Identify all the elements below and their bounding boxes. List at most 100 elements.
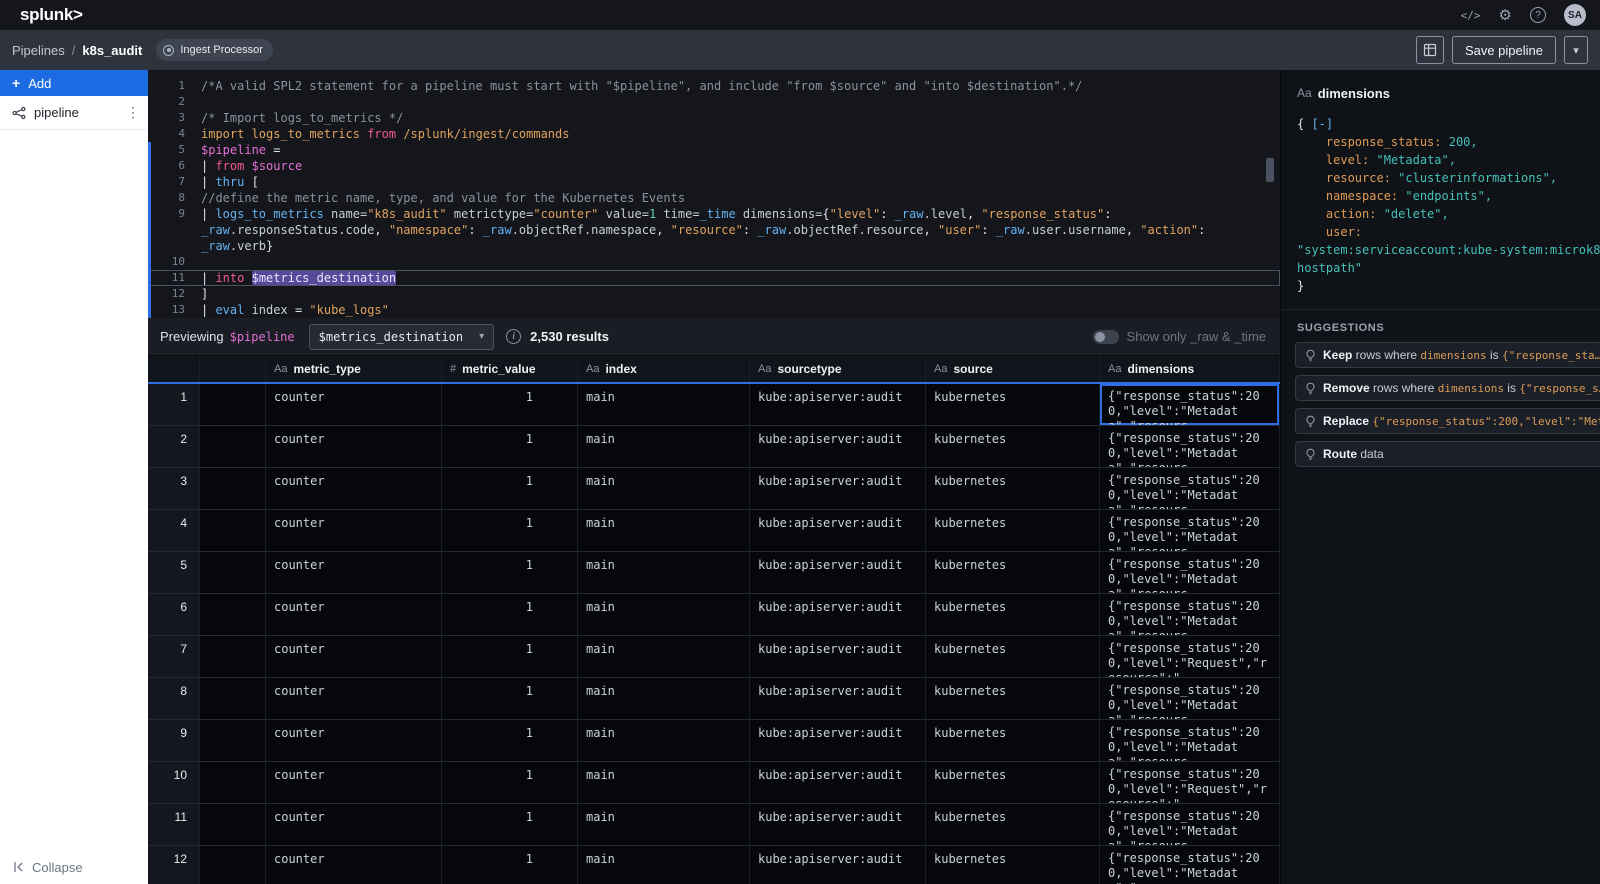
table-row[interactable]: 9counter1mainkube:apiserver:auditkuberne… — [148, 720, 1280, 762]
spl2-code-editor[interactable]: 1/*A valid SPL2 statement for a pipeline… — [148, 70, 1280, 318]
dimensions-cell[interactable]: {"response_status":200,"level":"Metadata… — [1100, 678, 1280, 719]
empty-cell[interactable] — [200, 510, 266, 551]
metric-type-cell[interactable]: counter — [266, 552, 442, 593]
collapse-sidebar-button[interactable]: Collapse — [0, 850, 148, 884]
code-icon[interactable]: </> — [1461, 9, 1481, 22]
metric-type-cell[interactable]: counter — [266, 762, 442, 803]
sourcetype-cell[interactable]: kube:apiserver:audit — [750, 468, 926, 509]
source-cell[interactable]: kubernetes — [926, 384, 1100, 425]
suggestion-item[interactable]: Route data+ — [1295, 441, 1600, 467]
sidebar-item-pipeline[interactable]: pipeline ⋮ — [0, 96, 148, 130]
dimensions-cell[interactable]: {"response_status":200,"level":"Metadata… — [1100, 510, 1280, 551]
source-cell[interactable]: kubernetes — [926, 720, 1100, 761]
source-cell[interactable]: kubernetes — [926, 762, 1100, 803]
help-icon[interactable]: ? — [1530, 7, 1546, 23]
metric-value-cell[interactable]: 1 — [442, 510, 578, 551]
dimensions-cell[interactable]: {"response_status":200,"level":"Metadata… — [1100, 846, 1280, 884]
editor-line[interactable]: 9| logs_to_metrics name="k8s_audit" metr… — [148, 206, 1280, 254]
column-header[interactable] — [200, 356, 266, 382]
dimensions-cell[interactable]: {"response_status":200,"level":"Metadata… — [1100, 426, 1280, 467]
sourcetype-cell[interactable]: kube:apiserver:audit — [750, 678, 926, 719]
index-cell[interactable]: main — [578, 846, 750, 884]
metric-value-cell[interactable]: 1 — [442, 678, 578, 719]
index-cell[interactable]: main — [578, 762, 750, 803]
metric-type-cell[interactable]: counter — [266, 846, 442, 884]
metric-value-cell[interactable]: 1 — [442, 846, 578, 884]
editor-line[interactable]: 13| eval index = "kube_logs" — [148, 302, 1280, 318]
table-row[interactable]: 8counter1mainkube:apiserver:auditkuberne… — [148, 678, 1280, 720]
dimensions-cell[interactable]: {"response_status":200,"level":"Metadata… — [1100, 552, 1280, 593]
source-cell[interactable]: kubernetes — [926, 468, 1100, 509]
suggestion-item[interactable]: Keep rows where dimensions is {"response… — [1295, 342, 1600, 368]
dimensions-cell[interactable]: {"response_status":200,"level":"Metadata… — [1100, 468, 1280, 509]
column-header[interactable]: Aaindex — [578, 356, 750, 382]
source-cell[interactable]: kubernetes — [926, 804, 1100, 845]
editor-line[interactable]: 12] — [148, 286, 1280, 302]
empty-cell[interactable] — [200, 720, 266, 761]
metric-value-cell[interactable]: 1 — [442, 594, 578, 635]
source-cell[interactable]: kubernetes — [926, 846, 1100, 884]
metric-type-cell[interactable]: counter — [266, 426, 442, 467]
index-cell[interactable]: main — [578, 384, 750, 425]
sourcetype-cell[interactable]: kube:apiserver:audit — [750, 636, 926, 677]
layout-grid-button[interactable] — [1416, 36, 1444, 64]
source-cell[interactable]: kubernetes — [926, 678, 1100, 719]
empty-cell[interactable] — [200, 552, 266, 593]
empty-cell[interactable] — [200, 678, 266, 719]
empty-cell[interactable] — [200, 426, 266, 467]
column-header[interactable]: Aametric_type — [266, 356, 442, 382]
source-cell[interactable]: kubernetes — [926, 426, 1100, 467]
metric-value-cell[interactable]: 1 — [442, 426, 578, 467]
empty-cell[interactable] — [200, 636, 266, 677]
editor-line[interactable]: 5$pipeline = — [148, 142, 1280, 158]
source-cell[interactable]: kubernetes — [926, 594, 1100, 635]
source-cell[interactable]: kubernetes — [926, 552, 1100, 593]
editor-line[interactable]: 10 — [148, 254, 1280, 270]
destination-dropdown[interactable]: $metrics_destination ▾ — [309, 324, 495, 350]
metric-type-cell[interactable]: counter — [266, 804, 442, 845]
sourcetype-cell[interactable]: kube:apiserver:audit — [750, 804, 926, 845]
avatar[interactable]: SA — [1564, 4, 1586, 26]
dimensions-cell[interactable]: {"response_status":200,"level":"Metadata… — [1100, 384, 1280, 425]
editor-line[interactable]: 7| thru [ — [148, 174, 1280, 190]
dimensions-cell[interactable]: {"response_status":200,"level":"Metadata… — [1100, 804, 1280, 845]
column-header[interactable]: Aadimensions — [1100, 356, 1280, 382]
sourcetype-cell[interactable]: kube:apiserver:audit — [750, 594, 926, 635]
metric-type-cell[interactable]: counter — [266, 678, 442, 719]
dimensions-cell[interactable]: {"response_status":200,"level":"Request"… — [1100, 636, 1280, 677]
sourcetype-cell[interactable]: kube:apiserver:audit — [750, 762, 926, 803]
sourcetype-cell[interactable]: kube:apiserver:audit — [750, 846, 926, 884]
editor-line[interactable]: 11| into $metrics_destination — [148, 270, 1280, 286]
breadcrumb-pipelines[interactable]: Pipelines — [12, 43, 65, 58]
editor-line[interactable]: 1/*A valid SPL2 statement for a pipeline… — [148, 78, 1280, 94]
column-header[interactable]: #metric_value — [442, 356, 578, 382]
editor-line[interactable]: 2 — [148, 94, 1280, 110]
dimensions-cell[interactable]: {"response_status":200,"level":"Metadata… — [1100, 720, 1280, 761]
table-row[interactable]: 11counter1mainkube:apiserver:auditkubern… — [148, 804, 1280, 846]
empty-cell[interactable] — [200, 594, 266, 635]
table-row[interactable]: 5counter1mainkube:apiserver:auditkuberne… — [148, 552, 1280, 594]
metric-type-cell[interactable]: counter — [266, 384, 442, 425]
suggestion-item[interactable]: Remove rows where dimensions is {"respon… — [1295, 375, 1600, 401]
sourcetype-cell[interactable]: kube:apiserver:audit — [750, 552, 926, 593]
metric-value-cell[interactable]: 1 — [442, 720, 578, 761]
metric-type-cell[interactable]: counter — [266, 468, 442, 509]
editor-line[interactable]: 8//define the metric name, type, and val… — [148, 190, 1280, 206]
metric-value-cell[interactable]: 1 — [442, 552, 578, 593]
index-cell[interactable]: main — [578, 510, 750, 551]
editor-line[interactable]: 6| from $source — [148, 158, 1280, 174]
empty-cell[interactable] — [200, 804, 266, 845]
source-cell[interactable]: kubernetes — [926, 636, 1100, 677]
metric-type-cell[interactable]: counter — [266, 594, 442, 635]
sourcetype-cell[interactable]: kube:apiserver:audit — [750, 720, 926, 761]
metric-value-cell[interactable]: 1 — [442, 468, 578, 509]
column-header[interactable]: Aasourcetype — [750, 356, 926, 382]
table-row[interactable]: 3counter1mainkube:apiserver:auditkuberne… — [148, 468, 1280, 510]
editor-line[interactable]: 3/* Import logs_to_metrics */ — [148, 110, 1280, 126]
table-row[interactable]: 7counter1mainkube:apiserver:auditkuberne… — [148, 636, 1280, 678]
metric-value-cell[interactable]: 1 — [442, 384, 578, 425]
index-cell[interactable]: main — [578, 720, 750, 761]
dimensions-cell[interactable]: {"response_status":200,"level":"Metadata… — [1100, 594, 1280, 635]
editor-scrollbar[interactable] — [1266, 158, 1274, 182]
metric-value-cell[interactable]: 1 — [442, 636, 578, 677]
